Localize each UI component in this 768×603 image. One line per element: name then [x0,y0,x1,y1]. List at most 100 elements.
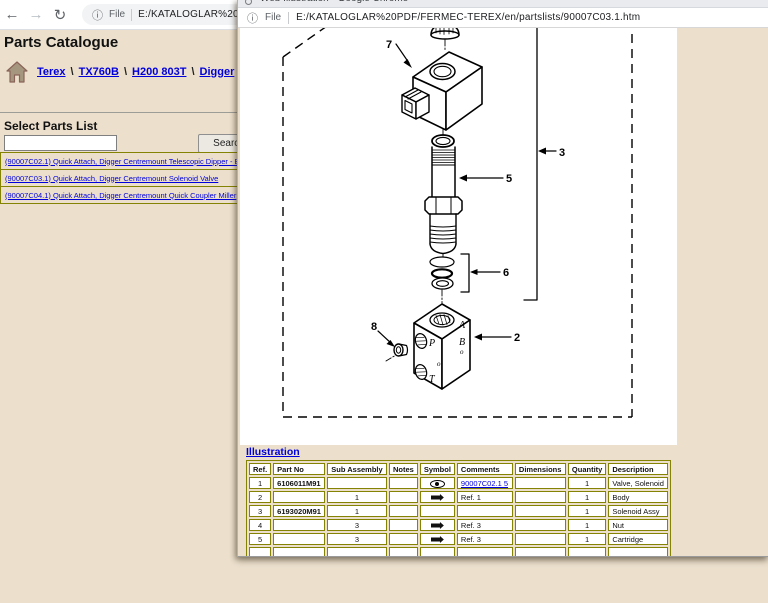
reload-icon[interactable]: ↻ [48,6,72,24]
cell-notes [389,491,418,503]
cell-quantity: 1 [568,505,606,517]
breadcrumb: Terex \ TX760B \ H200 803T \ Digger [6,60,234,84]
table-row: 5 3 Ref. 3 1 Cartridge [249,533,668,545]
table-row: 4 3 Ref. 3 1 Nut [249,519,668,531]
port-letter-b: B [459,337,465,348]
cell-quantity: 1 [568,491,606,503]
breadcrumb-separator: \ [124,66,127,78]
popup-favicon [245,0,252,5]
address-divider [288,12,289,24]
page-title: Parts Catalogue [4,34,118,51]
cell-part-no: 6193020M91 [273,505,325,517]
cell-comments: Ref. 3 [457,519,513,531]
col-description: Description [608,463,668,475]
popup-window-title: Web Illustration - Google Chrome [260,0,408,4]
breadcrumb-link-terex[interactable]: Terex [37,66,66,78]
cell-description: Valve, Solenoid [608,477,668,489]
cell-dimensions [515,505,566,517]
forward-icon[interactable]: → [24,6,48,23]
diagram-top-nut [431,28,459,39]
popup-address-scheme-label: File [265,12,281,23]
illustration-link[interactable]: Illustration [246,446,300,458]
diagram-solenoid-coil [402,52,482,130]
popup-titlebar[interactable]: Web Illustration - Google Chrome [238,0,768,8]
parts-link-90007C03[interactable]: (90007C03.1) Quick Attach, Digger Centre… [5,174,218,183]
table-row: 2 1 Ref. 1 1 Body [249,491,668,503]
diagram-seals [430,257,454,289]
arrowhead-6 [470,269,478,275]
cell-ref: 2 [249,491,271,503]
info-icon[interactable]: ⓘ [247,10,258,26]
cell-notes [389,477,418,489]
cell-comments [457,505,513,517]
breadcrumb-link-h200-803t[interactable]: H200 803T [132,66,186,78]
arrowhead-7 [404,59,413,68]
arrowhead-2 [474,334,482,341]
cell-description: Body [608,491,668,503]
diagram-cartridge [425,147,462,254]
bracket-6 [461,254,469,292]
cell-symbol [420,505,455,517]
popup-address-url: E:/KATALOGLAR%20PDF/FERMEC-TEREX/en/part… [296,12,640,23]
diagram-label-3: 3 [559,147,565,159]
select-parts-list-heading: Select Parts List [4,119,97,133]
breadcrumb-link-digger[interactable]: Digger [200,66,235,78]
bracket-3 [524,28,537,300]
cell-comments: Ref. 3 [457,533,513,545]
screen: ← → ↻ ⓘ File E:/KATALOGLAR%20PDF/ Parts … [0,0,768,603]
table-row-partial [249,547,668,556]
cell-part-no: 6106011M91 [273,477,325,489]
cell-dimensions [515,477,566,489]
cell-sub-assembly: 1 [327,505,387,517]
parts-search-input[interactable] [4,135,117,151]
popup-content: 7 5 6 3 2 8 P T A B o o Illustration [238,28,768,556]
table-row: 1 6106011M91 90007C02.1 5 1 Valve, Solen… [249,477,668,489]
cell-notes [389,533,418,545]
cell-comments: Ref. 1 [457,491,513,503]
cell-ref: 1 [249,477,271,489]
info-icon[interactable]: ⓘ [92,7,103,23]
back-icon[interactable]: ← [0,6,24,23]
col-symbol: Symbol [420,463,455,475]
eye-icon [430,480,445,488]
address-divider [131,9,132,21]
cell-ref: 5 [249,533,271,545]
port-letter-p: P [428,338,435,349]
cell-sub-assembly: 3 [327,533,387,545]
cell-part-no [273,491,325,503]
cell-notes [389,505,418,517]
cell-sub-assembly [327,477,387,489]
cell-dimensions [515,491,566,503]
home-icon[interactable] [6,60,28,84]
cell-dimensions [515,533,566,545]
cell-description: Solenoid Assy [608,505,668,517]
col-quantity: Quantity [568,463,606,475]
parts-link-90007C02[interactable]: (90007C02.1) Quick Attach, Digger Centre… [5,157,244,166]
col-notes: Notes [389,463,418,475]
cell-sub-assembly: 3 [327,519,387,531]
arrow-icon [431,536,444,543]
port-letter-a: A [458,320,466,331]
col-comments: Comments [457,463,513,475]
col-ref: Ref. [249,463,271,475]
port-letter-o: o [460,348,464,356]
arrowhead-8 [387,340,396,347]
cell-quantity: 1 [568,533,606,545]
comment-link[interactable]: 90007C02.1 5 [461,479,508,488]
cell-notes [389,519,418,531]
parts-link-90007C04[interactable]: (90007C04.1) Quick Attach, Digger Centre… [5,191,236,200]
table-row: 3 6193020M91 1 1 Solenoid Assy [249,505,668,517]
col-sub-assembly: Sub Assembly [327,463,387,475]
port-letter-o: o [437,360,441,368]
cell-sub-assembly: 1 [327,491,387,503]
cell-symbol [420,477,455,489]
table-header-row: Ref. Part No Sub Assembly Notes Symbol C… [249,463,668,475]
cell-dimensions [515,519,566,531]
cell-part-no [273,533,325,545]
popup-address-bar[interactable]: ⓘ File E:/KATALOGLAR%20PDF/FERMEC-TEREX/… [238,8,768,28]
cell-symbol [420,533,455,545]
diagram-label-6: 6 [503,267,509,279]
breadcrumb-link-tx760b[interactable]: TX760B [79,66,119,78]
diagram-label-7: 7 [386,39,392,51]
breadcrumb-separator: \ [191,66,194,78]
